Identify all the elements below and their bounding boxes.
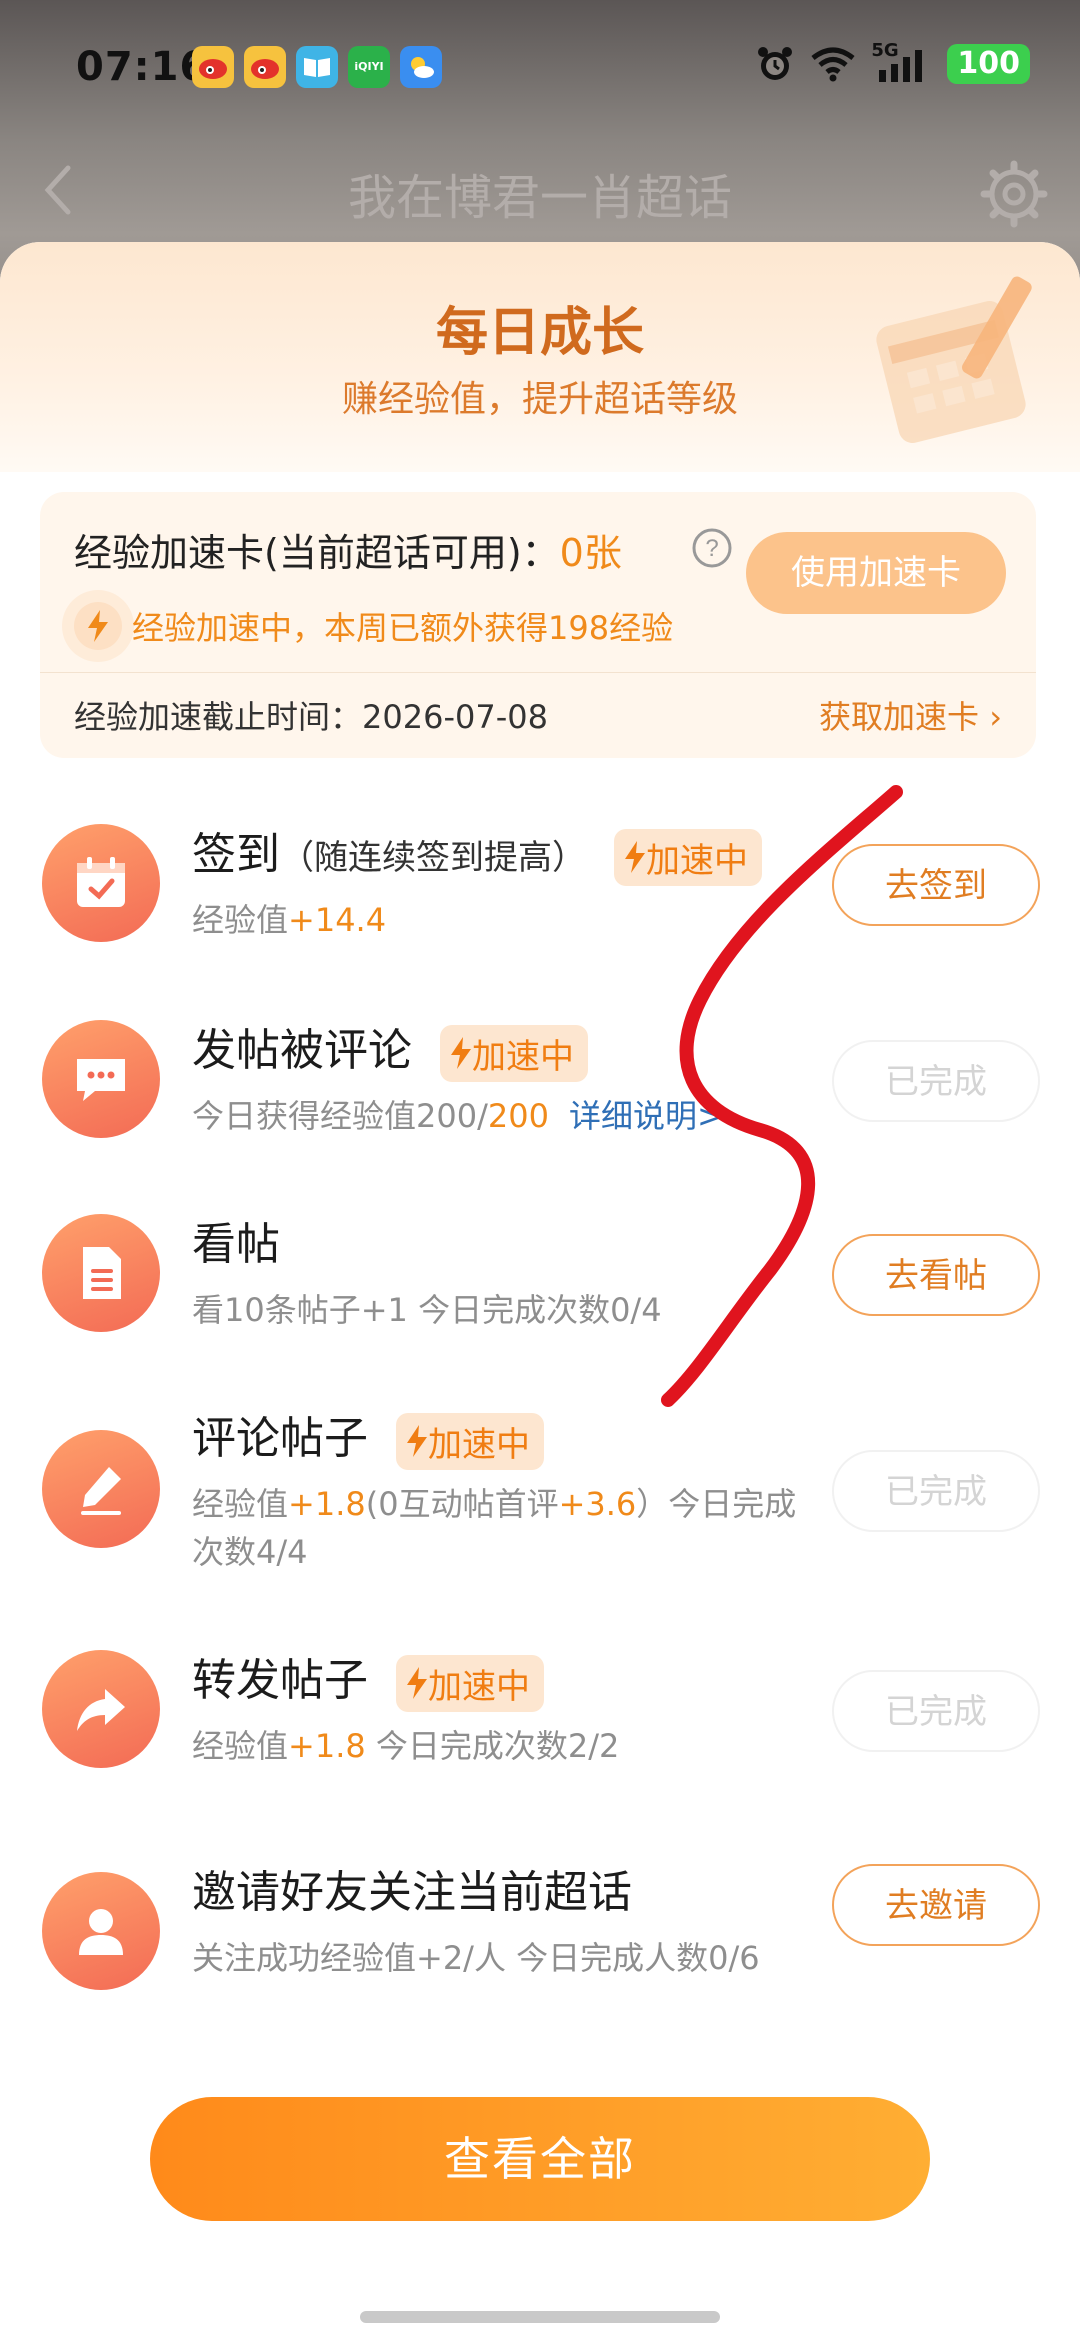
task-hint: （随连续签到提高） xyxy=(280,838,586,878)
lightning-icon xyxy=(625,841,645,873)
battery-indicator: 100 xyxy=(947,44,1030,84)
task-item-comment-posts: 评论帖子 加速中 经验值+1.8(0互动帖首评+3.6）今日完成次数4/4 已完… xyxy=(0,1388,1080,1618)
task-item-post-commented: 发帖被评论 加速中 今日获得经验值200/200 详细说明> 已完成 xyxy=(0,1000,1080,1190)
task-title: 转发帖子 加速中 xyxy=(192,1644,544,1712)
checkin-button[interactable]: 去签到 xyxy=(832,844,1040,926)
get-speed-card-link[interactable]: 获取加速卡 › xyxy=(819,692,1002,738)
document-icon xyxy=(42,1214,160,1332)
task-title: 看帖 xyxy=(192,1219,280,1270)
book-icon xyxy=(296,46,338,88)
view-all-button[interactable]: 查看全部 xyxy=(150,2097,930,2221)
nav-bar: 我在博君一肖超话 xyxy=(0,140,1080,240)
invite-button[interactable]: 去邀请 xyxy=(832,1864,1040,1946)
boost-tag: 加速中 xyxy=(396,1412,544,1470)
task-item-view-posts: 看帖 看10条帖子+1 今日完成次数0/4 去看帖 xyxy=(0,1194,1080,1384)
completed-button[interactable]: 已完成 xyxy=(832,1450,1040,1532)
gear-icon[interactable] xyxy=(978,158,1050,230)
cell-signal-icon: 5G xyxy=(871,40,933,84)
iqiyi-icon: iQIYI xyxy=(348,46,390,88)
task-desc: 经验值+14.4 xyxy=(192,901,387,939)
status-time: 07:16 xyxy=(76,44,209,90)
weather-icon xyxy=(400,46,442,88)
completed-button[interactable]: 已完成 xyxy=(832,1670,1040,1752)
task-title: 评论帖子 加速中 xyxy=(192,1402,544,1470)
speed-card-count: 0张 xyxy=(559,531,622,575)
task-desc: 经验值+1.8(0互动帖首评+3.6）今日完成次数4/4 xyxy=(192,1485,797,1571)
use-speed-card-button[interactable]: 使用加速卡 xyxy=(746,532,1006,614)
lightning-icon xyxy=(407,1425,427,1457)
nav-title: 我在博君一肖超话 xyxy=(347,170,732,226)
calendar-illustration-icon xyxy=(876,276,1032,443)
details-link[interactable]: 详细说明> xyxy=(569,1097,724,1135)
home-indicator[interactable] xyxy=(360,2311,720,2323)
share-arrow-icon xyxy=(42,1650,160,1768)
boost-tag: 加速中 xyxy=(396,1654,544,1712)
speed-card: 经验加速卡(当前超话可用)：0张 ? 使用加速卡 经验加速中，本周已额外获得19… xyxy=(40,492,1036,758)
task-item-repost: 转发帖子 加速中 经验值+1.8 今日完成次数2/2 已完成 xyxy=(0,1630,1080,1820)
view-posts-button[interactable]: 去看帖 xyxy=(832,1234,1040,1316)
weibo-icon xyxy=(192,46,234,88)
daily-growth-sheet: 每日成长 赚经验值，提升超话等级 经验加速卡(当前超话可用)：0张 ? 使用加速… xyxy=(0,242,1080,2337)
svg-text:?: ? xyxy=(705,535,718,562)
user-icon xyxy=(42,1872,160,1990)
boost-status: 经验加速中，本周已额外获得198经验 xyxy=(74,602,673,650)
calendar-check-icon xyxy=(42,824,160,942)
pencil-icon xyxy=(42,1430,160,1548)
help-icon[interactable]: ? xyxy=(690,526,734,570)
boost-tag: 加速中 xyxy=(440,1024,588,1082)
chat-bubble-icon xyxy=(42,1020,160,1138)
status-right: 5G 100 xyxy=(755,40,1030,84)
wifi-icon xyxy=(811,47,855,82)
divider xyxy=(40,672,1036,673)
task-item-checkin: 签到（随连续签到提高） 加速中 经验值+14.4 去签到 xyxy=(0,804,1080,994)
lightning-icon xyxy=(74,602,122,650)
status-bar: 07:16 iQIYI 5G 100 xyxy=(0,0,1080,140)
lightning-icon xyxy=(407,1667,427,1699)
task-title: 发帖被评论 加速中 xyxy=(192,1014,588,1082)
notification-icons: iQIYI xyxy=(192,46,442,88)
lightning-icon xyxy=(451,1037,471,1069)
task-item-invite-friends: 邀请好友关注当前超话 关注成功经验值+2/人 今日完成人数0/6 去邀请 xyxy=(0,1842,1080,2072)
task-title: 签到（随连续签到提高） 加速中 xyxy=(192,818,762,886)
completed-button[interactable]: 已完成 xyxy=(832,1040,1040,1122)
task-desc: 今日获得经验值200/200 详细说明> xyxy=(192,1097,724,1135)
task-title: 邀请好友关注当前超话 xyxy=(192,1867,632,1918)
task-desc: 看10条帖子+1 今日完成次数0/4 xyxy=(192,1291,662,1329)
weibo-icon xyxy=(244,46,286,88)
sheet-header: 每日成长 赚经验值，提升超话等级 xyxy=(0,242,1080,472)
boost-deadline: 经验加速截止时间：2026-07-08 xyxy=(74,698,548,736)
speed-card-title: 经验加速卡(当前超话可用)：0张 xyxy=(74,531,622,575)
alarm-icon xyxy=(758,47,793,80)
boost-tag: 加速中 xyxy=(614,828,762,886)
task-desc: 关注成功经验值+2/人 今日完成人数0/6 xyxy=(192,1939,760,1977)
task-desc: 经验值+1.8 今日完成次数2/2 xyxy=(192,1727,620,1765)
